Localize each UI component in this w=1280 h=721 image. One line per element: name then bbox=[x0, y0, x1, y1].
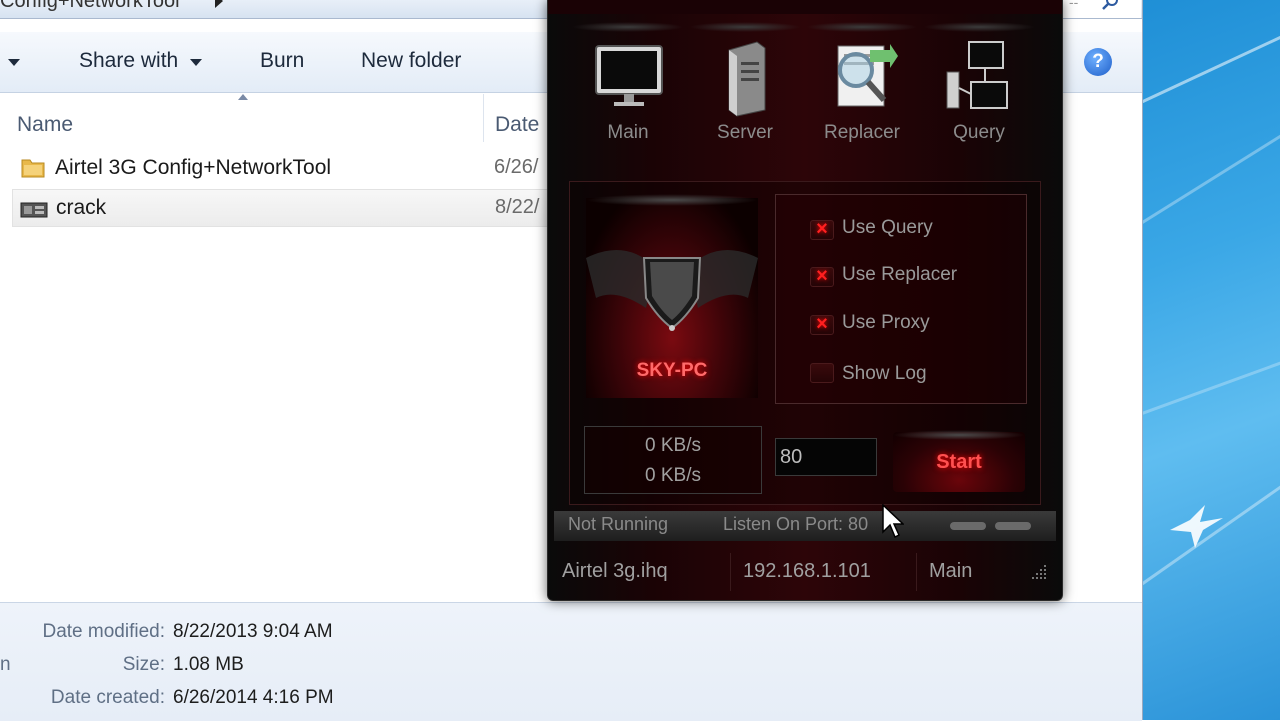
desktop-background bbox=[1140, 0, 1280, 720]
bird-icon bbox=[1170, 505, 1223, 548]
monitor-icon bbox=[595, 45, 663, 106]
current-mode: Main bbox=[929, 560, 973, 582]
organize-dropdown-icon[interactable] bbox=[8, 59, 20, 66]
file-name[interactable]: crack bbox=[56, 196, 106, 220]
speed-display: 0 KB/s 0 KB/s bbox=[584, 426, 762, 494]
running-status: Not Running bbox=[568, 514, 669, 534]
search-icon[interactable] bbox=[1102, 0, 1118, 10]
use-query-label[interactable]: Use Query bbox=[842, 217, 933, 239]
start-button-label: Start bbox=[936, 450, 982, 473]
share-with-button[interactable]: Share with bbox=[79, 49, 178, 73]
port-input[interactable] bbox=[775, 438, 877, 476]
details-pane: n Date modified: 8/22/2013 9:04 AM Size:… bbox=[0, 602, 1142, 721]
file-row-crack[interactable]: crack 8/22/ bbox=[12, 189, 554, 227]
tool-title-bar[interactable] bbox=[548, 0, 1062, 14]
column-header-date[interactable]: Date bbox=[495, 113, 539, 137]
use-proxy-checkbox[interactable]: × bbox=[810, 313, 834, 335]
sort-arrow-icon bbox=[238, 94, 248, 100]
ip-address: 192.168.1.101 bbox=[743, 560, 871, 582]
config-file-name: Airtel 3g.ihq bbox=[562, 560, 668, 582]
network-tool-window: Main Server Replacer Query SKY-PC × Use … bbox=[547, 0, 1063, 601]
date-modified-label: Date modified: bbox=[42, 621, 165, 642]
file-date: 8/22/ bbox=[495, 196, 540, 218]
start-button[interactable]: Start bbox=[893, 430, 1025, 492]
network-icon bbox=[946, 41, 1008, 109]
status-bar: Not Running Listen On Port: 80 bbox=[554, 511, 1056, 541]
date-modified-value: 8/22/2013 9:04 AM bbox=[173, 621, 333, 642]
mouse-cursor-icon bbox=[882, 504, 904, 539]
nav-replacer-button[interactable]: Replacer bbox=[806, 22, 918, 162]
show-log-checkbox[interactable]: × bbox=[810, 363, 834, 383]
resize-grip-icon[interactable] bbox=[1030, 563, 1048, 581]
listen-port-status: Listen On Port: 80 bbox=[723, 514, 869, 534]
search-placeholder-dots: -- bbox=[1069, 0, 1079, 10]
use-replacer-checkbox[interactable]: × bbox=[810, 265, 834, 287]
date-created-label: Date created: bbox=[50, 687, 165, 708]
shield-icon bbox=[586, 250, 758, 331]
use-proxy-label[interactable]: Use Proxy bbox=[842, 312, 930, 334]
info-bar: Airtel 3g.ihq 192.168.1.101 Main bbox=[554, 553, 1056, 591]
nav-label: Replacer bbox=[823, 122, 901, 143]
pc-avatar: SKY-PC bbox=[586, 194, 758, 398]
nav-label: Query bbox=[953, 122, 1005, 143]
options-panel: × Use Query × Use Replacer × Use Proxy ×… bbox=[775, 194, 1027, 404]
column-header-name[interactable]: Name bbox=[17, 113, 73, 137]
size-value: 1.08 MB bbox=[173, 654, 244, 675]
folder-icon bbox=[21, 159, 45, 178]
use-replacer-label[interactable]: Use Replacer bbox=[842, 264, 957, 286]
burn-button[interactable]: Burn bbox=[260, 49, 304, 73]
show-log-label[interactable]: Show Log bbox=[842, 363, 927, 385]
nav-query-button[interactable]: Query bbox=[923, 22, 1035, 162]
replacer-icon bbox=[837, 44, 898, 107]
size-label: Size: bbox=[122, 654, 165, 675]
nav-label: Main bbox=[607, 122, 649, 143]
use-query-checkbox[interactable]: × bbox=[810, 218, 834, 240]
nav-main-button[interactable]: Main bbox=[572, 22, 684, 162]
application-icon bbox=[20, 202, 48, 218]
server-icon bbox=[728, 41, 766, 117]
date-created-value: 6/26/2014 4:16 PM bbox=[173, 687, 334, 708]
nav-label: Server bbox=[717, 122, 773, 143]
column-divider[interactable] bbox=[483, 94, 484, 142]
breadcrumb-arrow-icon[interactable] bbox=[215, 0, 223, 8]
file-date: 6/26/ bbox=[494, 156, 539, 178]
file-row-folder[interactable]: Airtel 3G Config+NetworkTool 6/26/ bbox=[12, 150, 552, 186]
indicator-light bbox=[995, 522, 1031, 530]
new-folder-button[interactable]: New folder bbox=[361, 49, 461, 73]
help-icon[interactable]: ? bbox=[1084, 48, 1112, 76]
upload-speed: 0 KB/s bbox=[645, 435, 701, 456]
indicator-light bbox=[950, 522, 986, 530]
address-path[interactable]: Config+NetworkTool bbox=[0, 0, 180, 13]
nav-server-button[interactable]: Server bbox=[689, 22, 801, 162]
download-speed: 0 KB/s bbox=[645, 465, 701, 486]
share-dropdown-icon[interactable] bbox=[190, 59, 202, 66]
search-box[interactable]: -- bbox=[1050, 0, 1141, 18]
file-name[interactable]: Airtel 3G Config+NetworkTool bbox=[55, 156, 331, 180]
pc-name-label: SKY-PC bbox=[636, 360, 708, 381]
